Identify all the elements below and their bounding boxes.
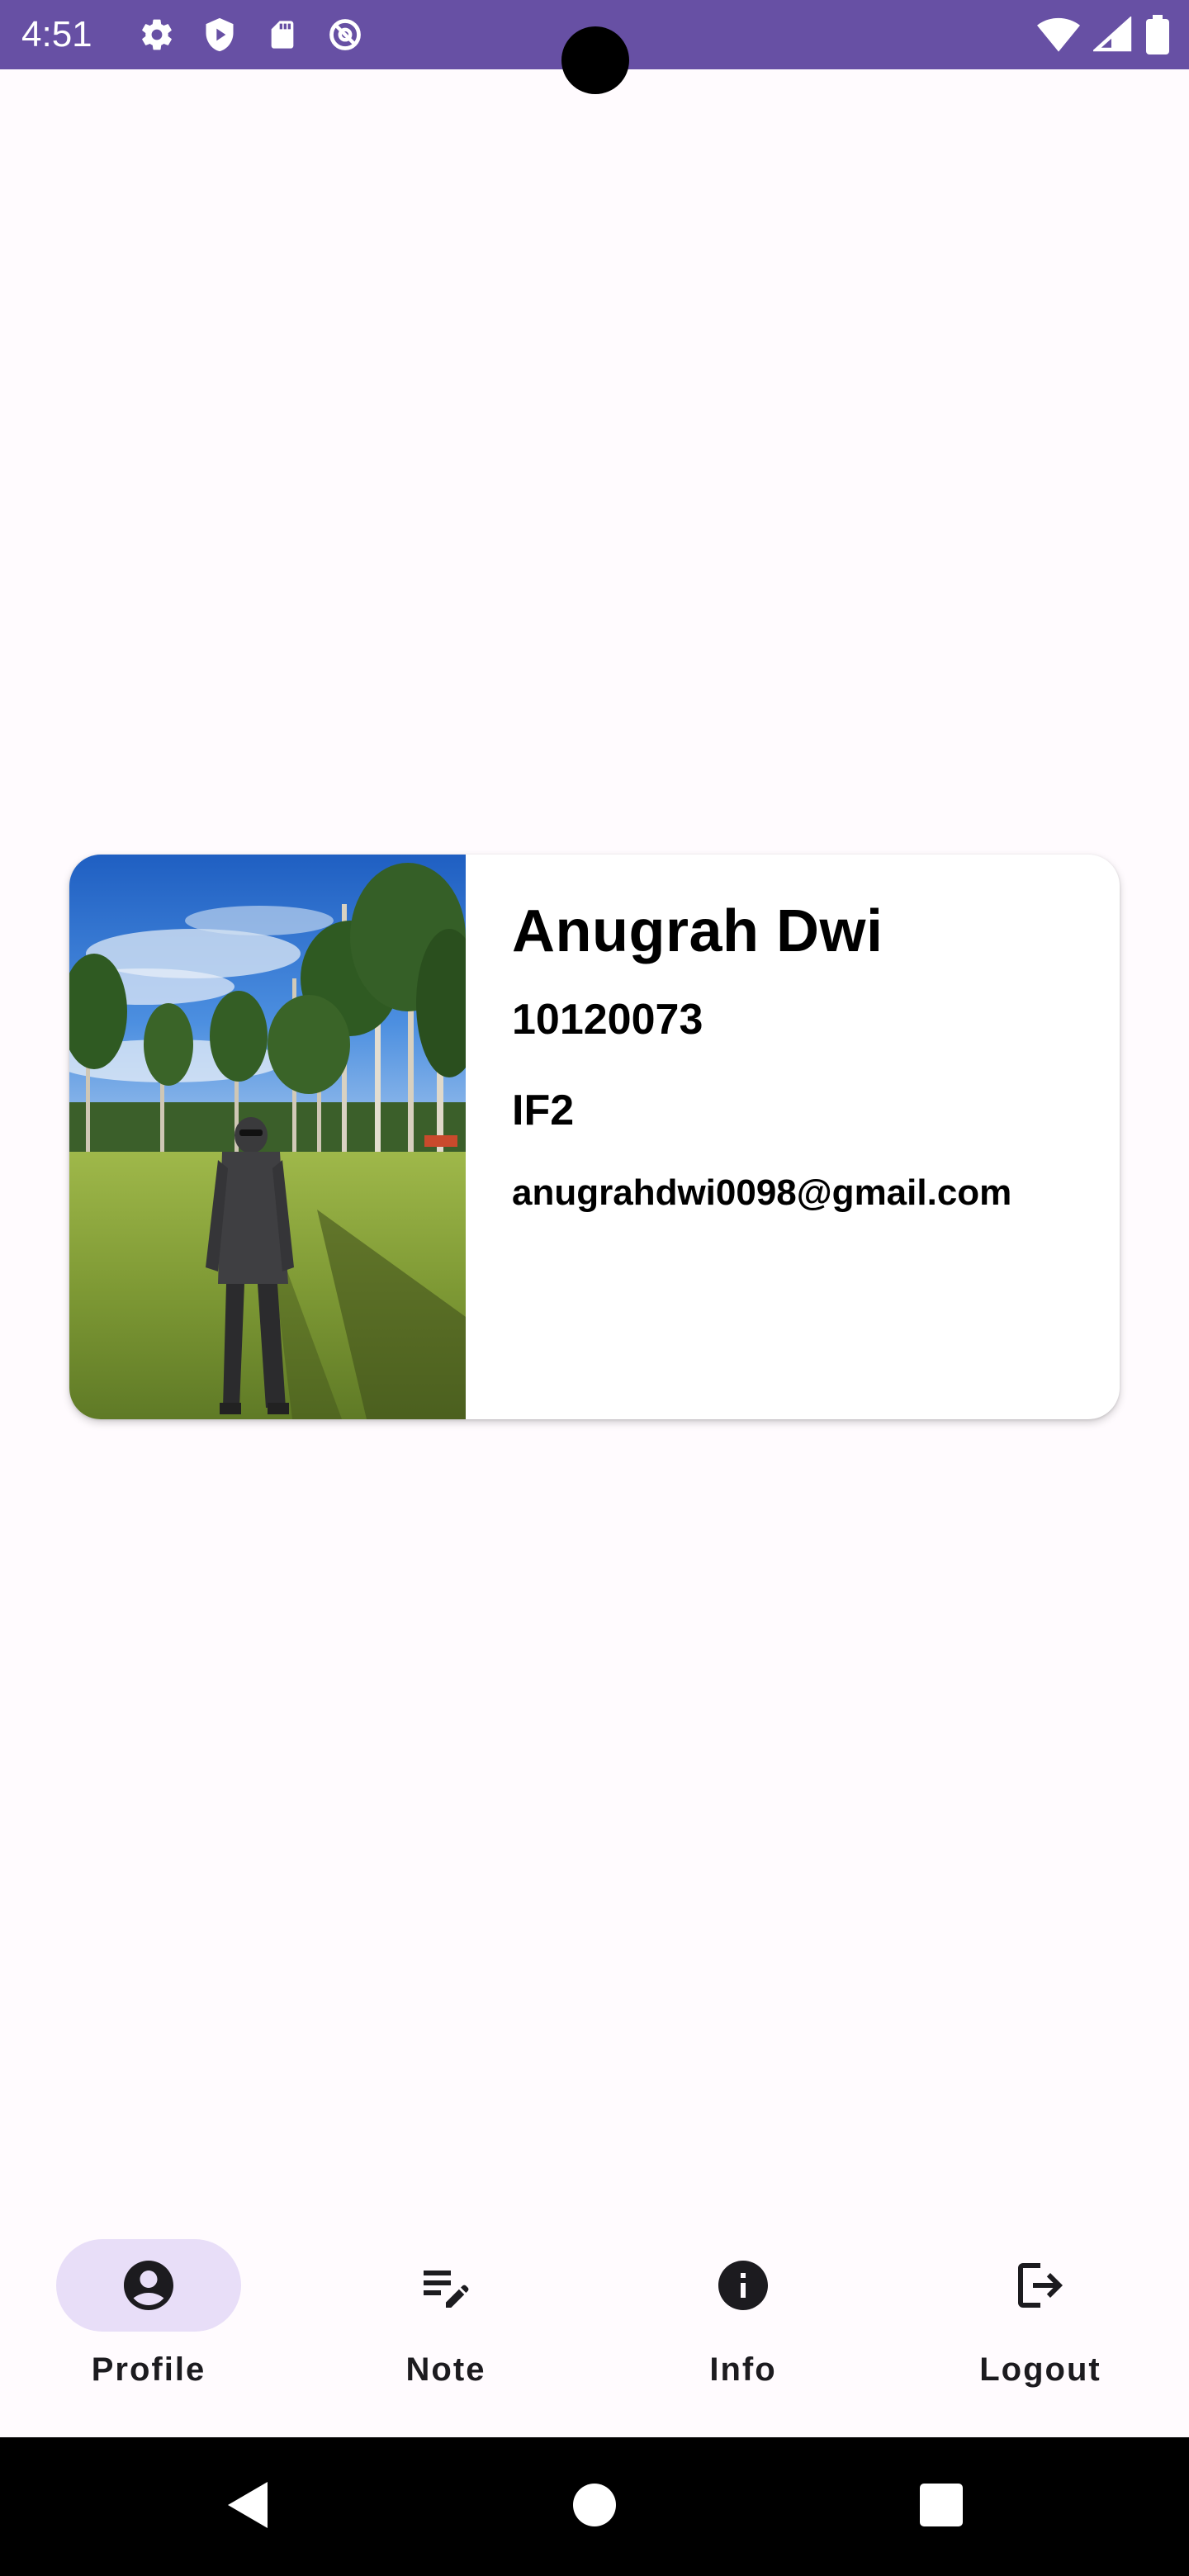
nav-item-profile[interactable]: Profile xyxy=(0,2209,297,2437)
profile-photo xyxy=(69,855,466,1419)
system-navigation-bar xyxy=(0,2437,1189,2576)
home-icon xyxy=(572,2483,617,2531)
status-icons-right xyxy=(1037,15,1169,59)
nav-item-note[interactable]: Note xyxy=(297,2209,594,2437)
profile-class: IF2 xyxy=(512,1087,575,1134)
profile-info: Anugrah Dwi 10120073 IF2 anugrahdwi0098@… xyxy=(512,894,1087,1216)
bottom-navigation: Profile Note Info Logout xyxy=(0,2209,1189,2437)
back-button[interactable] xyxy=(182,2437,314,2576)
home-button[interactable] xyxy=(528,2437,661,2576)
profile-card: Anugrah Dwi 10120073 IF2 anugrahdwi0098@… xyxy=(69,855,1120,1419)
nav-label-profile: Profile xyxy=(91,2351,206,2388)
account-circle-icon xyxy=(119,2256,178,2315)
profile-email: anugrahdwi0098@gmail.com xyxy=(512,1172,1012,1213)
logout-icon xyxy=(1011,2256,1070,2315)
battery-icon xyxy=(1146,15,1169,59)
status-time: 4:51 xyxy=(21,14,92,54)
nav-label-logout: Logout xyxy=(979,2351,1101,2388)
recents-button[interactable] xyxy=(875,2437,1007,2576)
profile-nim: 10120073 xyxy=(512,996,703,1044)
shield-icon xyxy=(197,17,243,53)
status-icons-left xyxy=(134,17,368,53)
gear-icon xyxy=(134,17,180,53)
nav-label-info: Info xyxy=(709,2351,777,2388)
nav-label-note: Note xyxy=(405,2351,486,2388)
wifi-icon xyxy=(1037,17,1080,57)
nav-item-info[interactable]: Info xyxy=(594,2209,892,2437)
back-icon xyxy=(225,2480,271,2534)
nav-item-logout[interactable]: Logout xyxy=(892,2209,1189,2437)
edit-note-icon xyxy=(416,2256,476,2315)
info-icon xyxy=(713,2256,773,2315)
signal-icon xyxy=(1092,16,1133,57)
recents-icon xyxy=(920,2483,963,2531)
at-sign-icon xyxy=(322,17,368,53)
sd-card-icon xyxy=(259,17,306,53)
profile-name: Anugrah Dwi xyxy=(512,898,883,964)
camera-cutout xyxy=(561,26,629,94)
